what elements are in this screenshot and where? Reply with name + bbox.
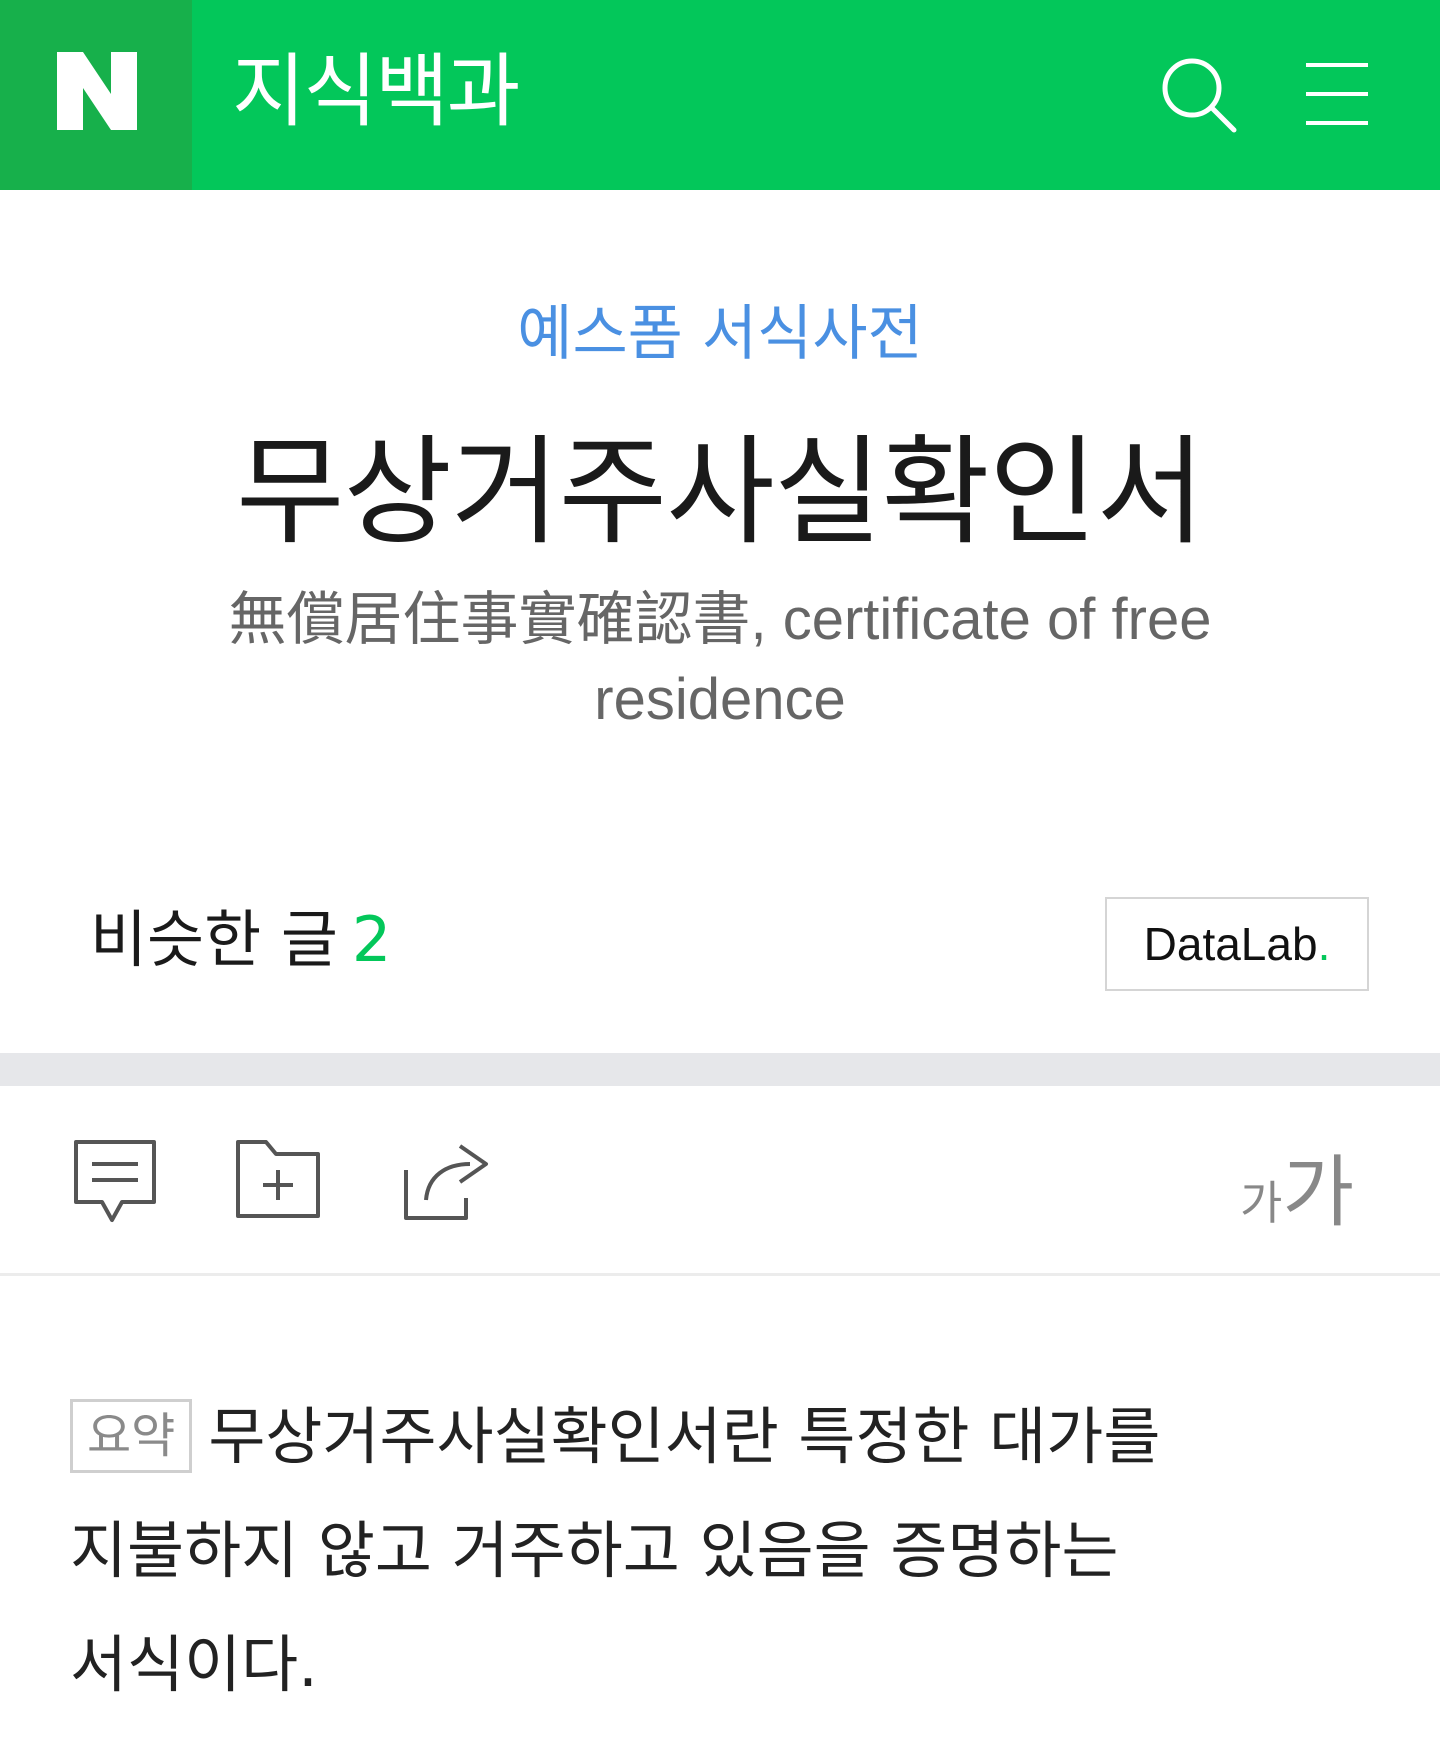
- summary-badge: 요약: [70, 1399, 193, 1473]
- similar-posts-count: 2: [351, 903, 392, 976]
- toolbar-divider: [0, 1273, 1440, 1276]
- font-size-big-label: 가: [1282, 1148, 1355, 1238]
- folder-add-icon[interactable]: [236, 1140, 320, 1218]
- naver-logo[interactable]: [0, 0, 192, 190]
- font-size-small-label: 가: [1240, 1176, 1283, 1230]
- similar-posts-link[interactable]: 비슷한 글2: [90, 900, 391, 980]
- similar-posts-label: 비슷한 글: [90, 903, 338, 976]
- menu-icon[interactable]: [1306, 62, 1368, 126]
- naver-n-icon: [57, 52, 137, 130]
- share-icon[interactable]: [404, 1140, 492, 1220]
- datalab-button[interactable]: DataLab.: [1105, 897, 1369, 991]
- datalab-label: DataLab: [1143, 918, 1318, 970]
- summary-text: 무상거주사실확인서란 특정한 대가를 지불하지 않고 거주하고 있음을 증명하는…: [70, 1400, 1161, 1701]
- search-icon[interactable]: [1160, 56, 1238, 134]
- service-title[interactable]: 지식백과: [232, 42, 520, 142]
- summary-paragraph: 요약 무상거주사실확인서란 특정한 대가를 지불하지 않고 거주하고 있음을 증명…: [70, 1380, 1370, 1722]
- document-title: 무상거주사실확인서: [235, 423, 1205, 561]
- comment-icon[interactable]: [74, 1140, 156, 1224]
- section-divider: [0, 1053, 1440, 1086]
- document-subtitle: 無償居住事實確認書, certificate of free residence: [228, 587, 1212, 732]
- datalab-dot: .: [1317, 918, 1331, 970]
- source-category-link[interactable]: 예스폼 서식사전: [0, 294, 1440, 374]
- font-size-button[interactable]: 가가: [1240, 1130, 1354, 1242]
- top-header: 지식백과: [0, 0, 1440, 190]
